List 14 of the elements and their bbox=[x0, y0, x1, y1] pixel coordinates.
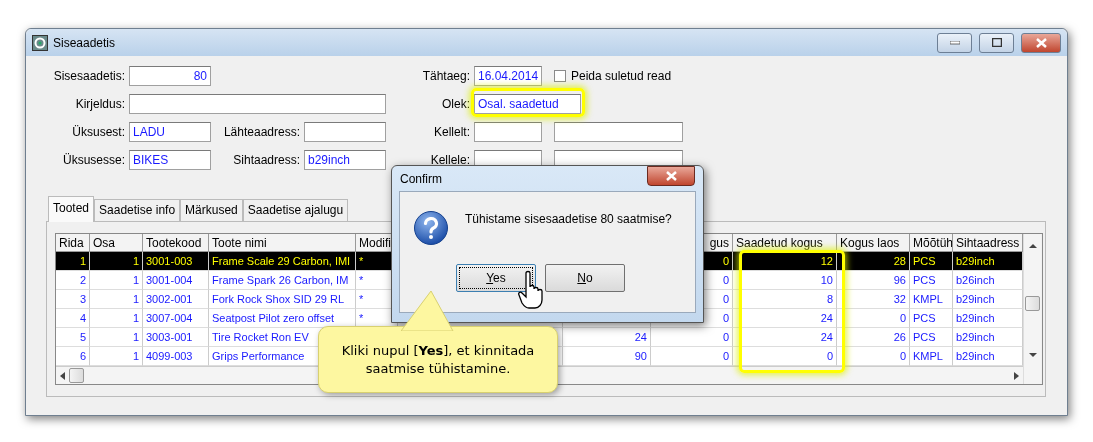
field-label: Kellelt: bbox=[432, 125, 471, 139]
dialog-title: Confirm bbox=[400, 171, 443, 186]
field-label: Sisesaadetis: bbox=[52, 69, 126, 83]
window-title: Siseaadetis bbox=[53, 35, 117, 50]
field-label: Lähteaadress: bbox=[222, 125, 301, 139]
field-label: Sihtaadress: bbox=[232, 153, 301, 167]
field-label: Üksusesse: bbox=[61, 153, 126, 167]
field-label: Üksusest: bbox=[71, 125, 126, 139]
checkbox-label: Peida suletud read bbox=[571, 69, 672, 83]
dialog-message: Tühistame sisesaadetise 80 saatmise? bbox=[465, 212, 672, 226]
field-label: Kellele: bbox=[429, 153, 471, 167]
field-label: Kirjeldus: bbox=[74, 97, 126, 111]
field-label: Olek: bbox=[441, 97, 471, 111]
field-label: Tähtaeg: bbox=[421, 69, 471, 83]
